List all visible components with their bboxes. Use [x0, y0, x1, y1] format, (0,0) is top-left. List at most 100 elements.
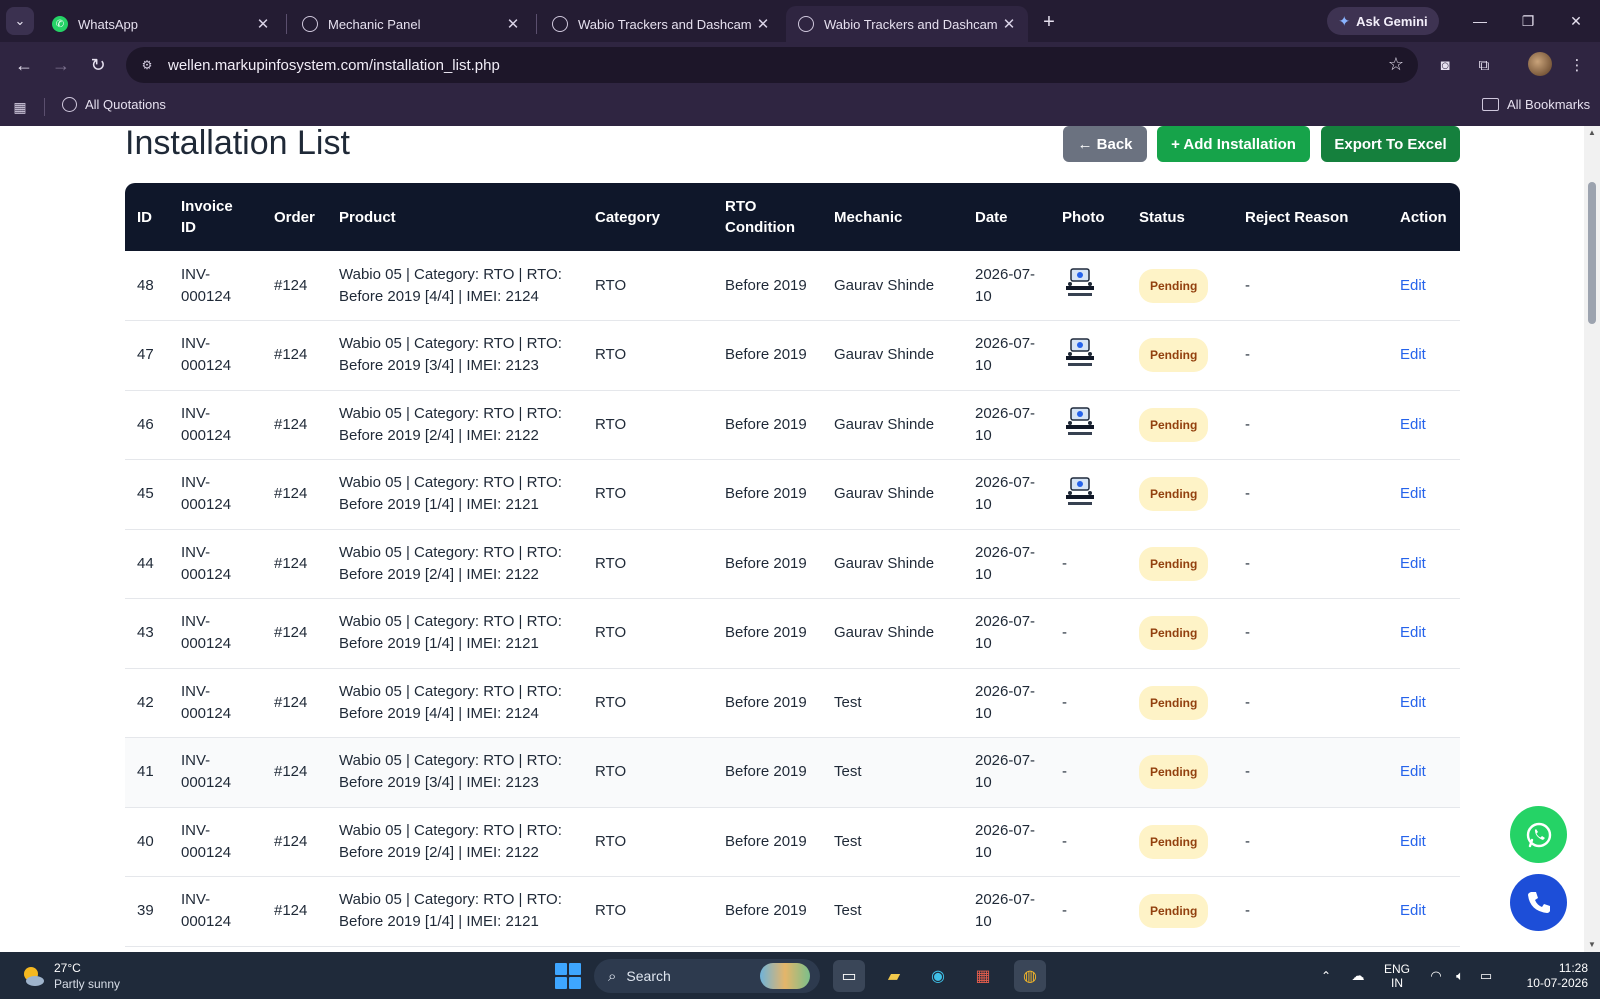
column-header: Invoice ID	[169, 183, 262, 251]
column-header: ID	[125, 183, 169, 251]
more-menu-icon[interactable]: ⋮	[1566, 54, 1588, 76]
chrome-icon[interactable]: ◍	[1014, 960, 1046, 992]
close-icon[interactable]: ✕	[752, 13, 774, 35]
cell-reject-reason: -	[1233, 807, 1388, 877]
edit-link[interactable]: Edit	[1400, 277, 1426, 294]
show-hidden-icons-chevron[interactable]: ⌃	[1310, 960, 1342, 992]
tab-wabio-1[interactable]: Wabio Trackers and Dashcams ✕	[540, 6, 782, 42]
cell-photo: -	[1050, 668, 1127, 738]
file-explorer-icon[interactable]: ▰	[878, 960, 910, 992]
edit-link[interactable]: Edit	[1400, 902, 1426, 919]
bookmark-all-quotations[interactable]: All Quotations	[62, 97, 166, 112]
minimize-icon[interactable]: —	[1466, 8, 1494, 34]
taskbar-search[interactable]: ⌕ Search	[594, 959, 820, 993]
language-code: ENG	[1384, 962, 1411, 976]
cell-product: Wabio 05 | Category: RTO | RTO: Before 2…	[327, 598, 583, 669]
edit-link[interactable]: Edit	[1400, 694, 1426, 711]
cell-invoice-id: INV-000124	[169, 807, 262, 877]
windows-start-icon[interactable]	[555, 963, 581, 989]
page-title: Installation List	[125, 126, 350, 162]
tab-whatsapp[interactable]: ✆ WhatsApp ✕	[40, 6, 282, 42]
task-view-icon[interactable]: ▭	[833, 960, 865, 992]
bookmark-label: All Quotations	[85, 97, 166, 112]
back-button[interactable]: ← Back	[1063, 126, 1147, 162]
export-excel-button[interactable]: Export To Excel	[1321, 126, 1460, 162]
search-label: Search	[626, 968, 671, 984]
address-bar[interactable]: ⚙ wellen.markupinfosystem.com/installati…	[126, 47, 1418, 83]
installation-photo-thumbnail[interactable]	[1062, 264, 1098, 300]
cell-status: Pending	[1127, 876, 1233, 947]
cell-photo[interactable]	[1050, 390, 1127, 460]
ask-gemini-button[interactable]: ✦ Ask Gemini	[1327, 7, 1439, 35]
language-indicator[interactable]: ENG IN	[1384, 962, 1410, 990]
cell-rto-condition: Before 2019	[713, 320, 822, 391]
tab-wabio-active[interactable]: Wabio Trackers and Dashcams ✕	[786, 6, 1028, 42]
weather-condition: Partly sunny	[54, 977, 121, 991]
apps-grid-icon[interactable]: ▦	[10, 97, 30, 117]
close-icon[interactable]: ✕	[252, 13, 274, 35]
installation-photo-thumbnail[interactable]	[1062, 333, 1098, 370]
cell-mechanic: Test	[822, 807, 963, 877]
new-tab-button[interactable]: +	[1036, 9, 1062, 35]
microsoft-store-icon[interactable]: ▦	[967, 960, 999, 992]
cell-rto-condition: Before 2019	[713, 251, 822, 321]
cell-status: Pending	[1127, 390, 1233, 460]
status-badge: Pending	[1139, 477, 1209, 512]
restore-icon[interactable]: ❐	[1514, 8, 1542, 34]
back-arrow-icon[interactable]: ←	[10, 51, 38, 79]
globe-icon	[798, 16, 814, 32]
close-window-icon[interactable]: ✕	[1562, 8, 1590, 34]
all-bookmarks-folder[interactable]: All Bookmarks	[1482, 97, 1590, 112]
cell-order: #124	[262, 390, 327, 460]
close-icon[interactable]: ✕	[502, 13, 524, 35]
cell-photo[interactable]	[1050, 459, 1127, 530]
reload-icon[interactable]: ↻	[84, 51, 112, 79]
system-clock[interactable]: 11:28 10-07-2026	[1508, 961, 1588, 991]
installation-photo-thumbnail[interactable]	[1062, 472, 1098, 509]
cell-action: Edit	[1388, 529, 1460, 599]
installation-photo-thumbnail[interactable]	[1062, 403, 1098, 440]
page-scrollbar[interactable]: ▲ ▼	[1584, 126, 1600, 952]
call-float-button[interactable]	[1510, 874, 1567, 931]
onedrive-icon[interactable]: ☁	[1342, 960, 1374, 992]
bookmark-star-icon[interactable]: ☆	[1388, 54, 1404, 75]
edit-link[interactable]: Edit	[1400, 416, 1426, 433]
site-info-icon[interactable]: ⚙	[136, 54, 158, 76]
tab-mechanic-panel[interactable]: Mechanic Panel ✕	[290, 6, 532, 42]
cell-status: Pending	[1127, 459, 1233, 530]
cell-id: 39	[125, 876, 169, 947]
edit-link[interactable]: Edit	[1400, 485, 1426, 502]
edit-link[interactable]: Edit	[1400, 833, 1426, 850]
cell-category: RTO	[583, 390, 713, 460]
scroll-up-icon[interactable]: ▲	[1587, 128, 1597, 138]
add-installation-button[interactable]: + Add Installation	[1157, 126, 1310, 162]
url-text[interactable]: wellen.markupinfosystem.com/installation…	[168, 57, 500, 74]
battery-icon[interactable]: ▭	[1470, 960, 1502, 992]
tab-title: WhatsApp	[78, 16, 138, 32]
cell-mechanic: Gaurav Shinde	[822, 320, 963, 391]
cell-id: 43	[125, 598, 169, 669]
whatsapp-float-button[interactable]	[1510, 806, 1567, 863]
edge-browser-icon[interactable]: ◉	[922, 960, 954, 992]
cell-product: Wabio 05 | Category: RTO | RTO: Before 2…	[327, 459, 583, 530]
table-row: 47 INV-000124 #124 Wabio 05 | Category: RTO…	[125, 320, 1460, 391]
profile-avatar[interactable]	[1528, 52, 1552, 76]
edit-link[interactable]: Edit	[1400, 555, 1426, 572]
weather-widget[interactable]: 27°C Partly sunny	[20, 960, 120, 992]
edit-link[interactable]: Edit	[1400, 346, 1426, 363]
camera-icon[interactable]: ◙	[1434, 54, 1456, 76]
cell-order: #124	[262, 251, 327, 321]
browser-chrome: ⌄ ✆ WhatsApp ✕ Mechanic Panel ✕ Wabio Tr…	[0, 0, 1600, 126]
edit-link[interactable]: Edit	[1400, 624, 1426, 641]
tab-search-button[interactable]: ⌄	[6, 7, 34, 35]
cell-photo[interactable]	[1050, 251, 1127, 321]
forward-arrow-icon[interactable]: →	[47, 51, 75, 79]
edit-link[interactable]: Edit	[1400, 763, 1426, 780]
cell-rto-condition: Before 2019	[713, 876, 822, 947]
cell-photo[interactable]	[1050, 320, 1127, 391]
close-icon[interactable]: ✕	[998, 13, 1020, 35]
scrollbar-thumb[interactable]	[1588, 182, 1596, 324]
scroll-down-icon[interactable]: ▼	[1587, 940, 1597, 950]
extensions-icon[interactable]: ⧉	[1473, 54, 1495, 76]
cell-id: 41	[125, 737, 169, 808]
